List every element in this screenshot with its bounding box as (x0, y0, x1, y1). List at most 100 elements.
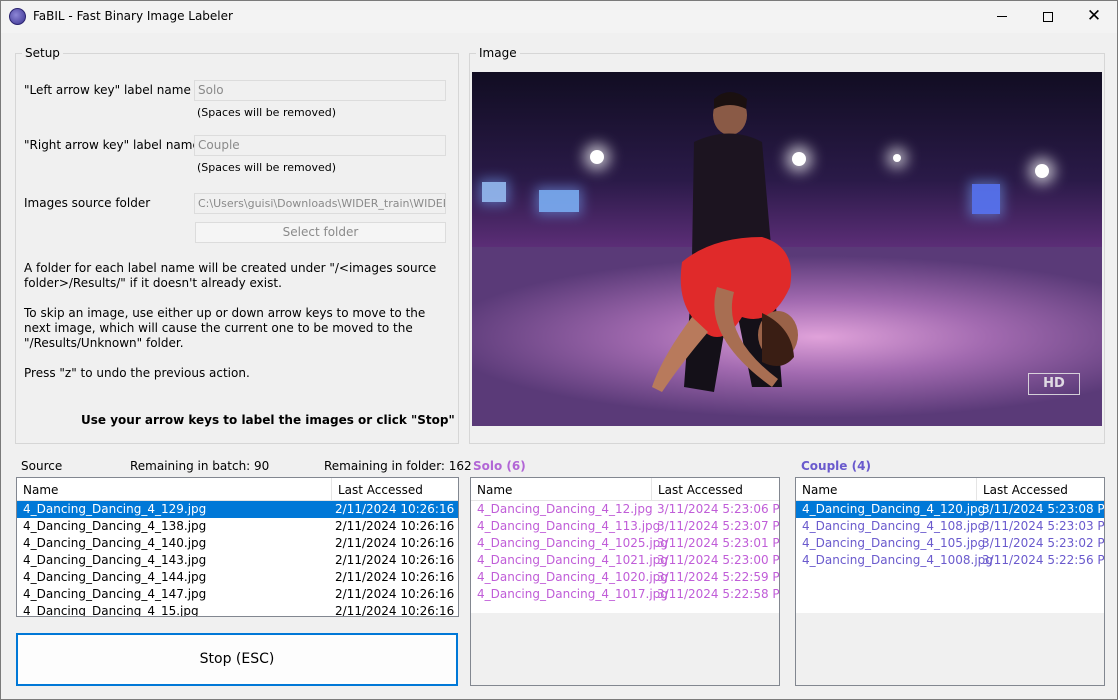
source-list[interactable]: Name Last Accessed 4_Dancing_Dancing_4_1… (16, 477, 459, 617)
last-accessed: 3/11/2024 5:22:58 PM (657, 587, 779, 601)
stage-light (893, 154, 901, 162)
couple-list-item[interactable]: 4_Dancing_Dancing_4_1008.jpg 3/11/2024 5:… (796, 552, 1104, 569)
last-accessed: 3/11/2024 5:23:03 PM (982, 519, 1104, 533)
couple-list-item[interactable]: 4_Dancing_Dancing_4_108.jpg 3/11/2024 5:2… (796, 518, 1104, 535)
couple-list-item[interactable]: 4_Dancing_Dancing_4_120.jpg 3/11/2024 5:2… (796, 501, 1104, 518)
source-list-item[interactable]: 4_Dancing_Dancing_4_15.jpg 2/11/2024 10:2… (17, 603, 458, 617)
file-name: 4_Dancing_Dancing_4_15.jpg (23, 604, 199, 617)
file-name: 4_Dancing_Dancing_4_120.jpg (802, 502, 986, 516)
source-title: Source (21, 459, 63, 473)
maximize-button[interactable] (1025, 1, 1071, 33)
column-accessed-header[interactable]: Last Accessed (976, 478, 1104, 501)
file-name: 4_Dancing_Dancing_4_138.jpg (23, 519, 207, 533)
solo-list-item[interactable]: 4_Dancing_Dancing_4_1025.jpg 3/11/2024 5:… (471, 535, 779, 552)
solo-list-item[interactable]: 4_Dancing_Dancing_4_1021.jpg 3/11/2024 5:… (471, 552, 779, 569)
couple-title: Couple (4) (801, 459, 871, 473)
image-group-title: Image (476, 46, 520, 60)
column-name-header[interactable]: Name (471, 478, 651, 501)
file-name: 4_Dancing_Dancing_4_1017.jpg (477, 587, 668, 601)
solo-list-item[interactable]: 4_Dancing_Dancing_4_1020.jpg 3/11/2024 5:… (471, 569, 779, 586)
right-label-caption: "Right arrow key" label name (24, 138, 200, 152)
last-accessed: 3/11/2024 5:22:59 PM (657, 570, 779, 584)
solo-list-header: Name Last Accessed (471, 478, 779, 501)
remaining-batch: Remaining in batch: 90 (130, 459, 270, 473)
call-to-action: Use your arrow keys to label the images … (81, 413, 455, 427)
solo-title: Solo (6) (473, 459, 526, 473)
instruction-undo: Press "z" to undo the previous action. (24, 366, 250, 380)
column-accessed-header[interactable]: Last Accessed (331, 478, 458, 501)
solo-list-item[interactable]: 4_Dancing_Dancing_4_113.jpg 3/11/2024 5:2… (471, 518, 779, 535)
last-accessed: 2/11/2024 10:26:16 PM (335, 519, 458, 533)
folder-path-input[interactable]: C:\Users\guisi\Downloads\WIDER_train\WID… (194, 193, 446, 214)
minimize-icon (997, 16, 1007, 17)
file-name: 4_Dancing_Dancing_4_1020.jpg (477, 570, 668, 584)
lit-cube (539, 190, 579, 212)
file-name: 4_Dancing_Dancing_4_105.jpg (802, 536, 986, 550)
stop-button[interactable]: Stop (ESC) (16, 633, 458, 686)
last-accessed: 2/11/2024 10:26:16 PM (335, 502, 458, 516)
dancers-figure (652, 92, 798, 392)
couple-list-header: Name Last Accessed (796, 478, 1104, 501)
last-accessed: 3/11/2024 5:22:56 PM (982, 553, 1104, 567)
last-accessed: 3/11/2024 5:23:07 PM (657, 519, 779, 533)
couple-list[interactable]: Name Last Accessed 4_Dancing_Dancing_4_1… (796, 478, 1104, 613)
solo-list-item[interactable]: 4_Dancing_Dancing_4_12.jpg 3/11/2024 5:23… (471, 501, 779, 518)
solo-list-item[interactable]: 4_Dancing_Dancing_4_1017.jpg 3/11/2024 5:… (471, 586, 779, 603)
last-accessed: 3/11/2024 5:23:01 PM (657, 536, 779, 550)
file-name: 4_Dancing_Dancing_4_129.jpg (23, 502, 207, 516)
folder-caption: Images source folder (24, 196, 151, 210)
file-name: 4_Dancing_Dancing_4_12.jpg (477, 502, 653, 516)
title-bar[interactable]: FaBIL - Fast Binary Image Labeler ✕ (1, 1, 1117, 33)
last-accessed: 2/11/2024 10:26:16 PM (335, 570, 458, 584)
last-accessed: 3/11/2024 5:23:02 PM (982, 536, 1104, 550)
right-label-input[interactable]: Couple (194, 135, 446, 156)
close-icon: ✕ (1086, 6, 1102, 26)
file-name: 4_Dancing_Dancing_4_1021.jpg (477, 553, 668, 567)
file-name: 4_Dancing_Dancing_4_144.jpg (23, 570, 207, 584)
instructions-text: A folder for each label name will be cre… (24, 261, 449, 396)
instruction-folders: A folder for each label name will be cre… (24, 261, 437, 290)
app-logo-icon (9, 8, 26, 25)
column-name-header[interactable]: Name (796, 478, 976, 501)
left-label-input[interactable]: Solo (194, 80, 446, 101)
last-accessed: 3/11/2024 5:23:06 PM (657, 502, 779, 516)
last-accessed: 2/11/2024 10:26:16 PM (335, 553, 458, 567)
source-list-item[interactable]: 4_Dancing_Dancing_4_147.jpg 2/11/2024 10:… (17, 586, 458, 603)
left-label-caption: "Left arrow key" label name (24, 83, 191, 97)
couple-list-item[interactable]: 4_Dancing_Dancing_4_105.jpg 3/11/2024 5:2… (796, 535, 1104, 552)
lit-cube (972, 184, 1000, 214)
source-list-item[interactable]: 4_Dancing_Dancing_4_129.jpg 2/11/2024 10:… (17, 501, 458, 518)
solo-list-rows: 4_Dancing_Dancing_4_12.jpg 3/11/2024 5:23… (471, 501, 779, 603)
file-name: 4_Dancing_Dancing_4_143.jpg (23, 553, 207, 567)
source-list-item[interactable]: 4_Dancing_Dancing_4_138.jpg 2/11/2024 10:… (17, 518, 458, 535)
close-button[interactable]: ✕ (1071, 1, 1117, 33)
file-name: 4_Dancing_Dancing_4_1008.jpg (802, 553, 993, 567)
current-image: HD (472, 72, 1102, 426)
maximize-icon (1043, 12, 1053, 22)
window-title: FaBIL - Fast Binary Image Labeler (33, 9, 233, 23)
last-accessed: 2/11/2024 10:26:16 PM (335, 536, 458, 550)
remaining-folder: Remaining in folder: 162 (324, 459, 472, 473)
instruction-skip: To skip an image, use either up or down … (24, 306, 426, 350)
file-name: 4_Dancing_Dancing_4_147.jpg (23, 587, 207, 601)
select-folder-button[interactable]: Select folder (195, 222, 446, 243)
stage-light (590, 150, 604, 164)
minimize-button[interactable] (979, 1, 1025, 33)
right-label-hint: (Spaces will be removed) (197, 161, 336, 174)
solo-list[interactable]: Name Last Accessed 4_Dancing_Dancing_4_1… (471, 478, 779, 613)
column-accessed-header[interactable]: Last Accessed (651, 478, 779, 501)
stage-light (1035, 164, 1049, 178)
app-window: FaBIL - Fast Binary Image Labeler ✕ Setu… (0, 0, 1118, 700)
last-accessed: 2/11/2024 10:26:16 PM (335, 604, 458, 617)
file-name: 4_Dancing_Dancing_4_140.jpg (23, 536, 207, 550)
couple-list-rows: 4_Dancing_Dancing_4_120.jpg 3/11/2024 5:2… (796, 501, 1104, 569)
last-accessed: 3/11/2024 5:23:08 PM (982, 502, 1104, 516)
source-list-item[interactable]: 4_Dancing_Dancing_4_144.jpg 2/11/2024 10:… (17, 569, 458, 586)
source-list-item[interactable]: 4_Dancing_Dancing_4_140.jpg 2/11/2024 10:… (17, 535, 458, 552)
column-name-header[interactable]: Name (17, 478, 331, 501)
last-accessed: 2/11/2024 10:26:16 PM (335, 587, 458, 601)
file-name: 4_Dancing_Dancing_4_108.jpg (802, 519, 986, 533)
source-list-rows: 4_Dancing_Dancing_4_129.jpg 2/11/2024 10:… (17, 501, 458, 617)
source-list-item[interactable]: 4_Dancing_Dancing_4_143.jpg 2/11/2024 10:… (17, 552, 458, 569)
lit-cube (482, 182, 506, 202)
